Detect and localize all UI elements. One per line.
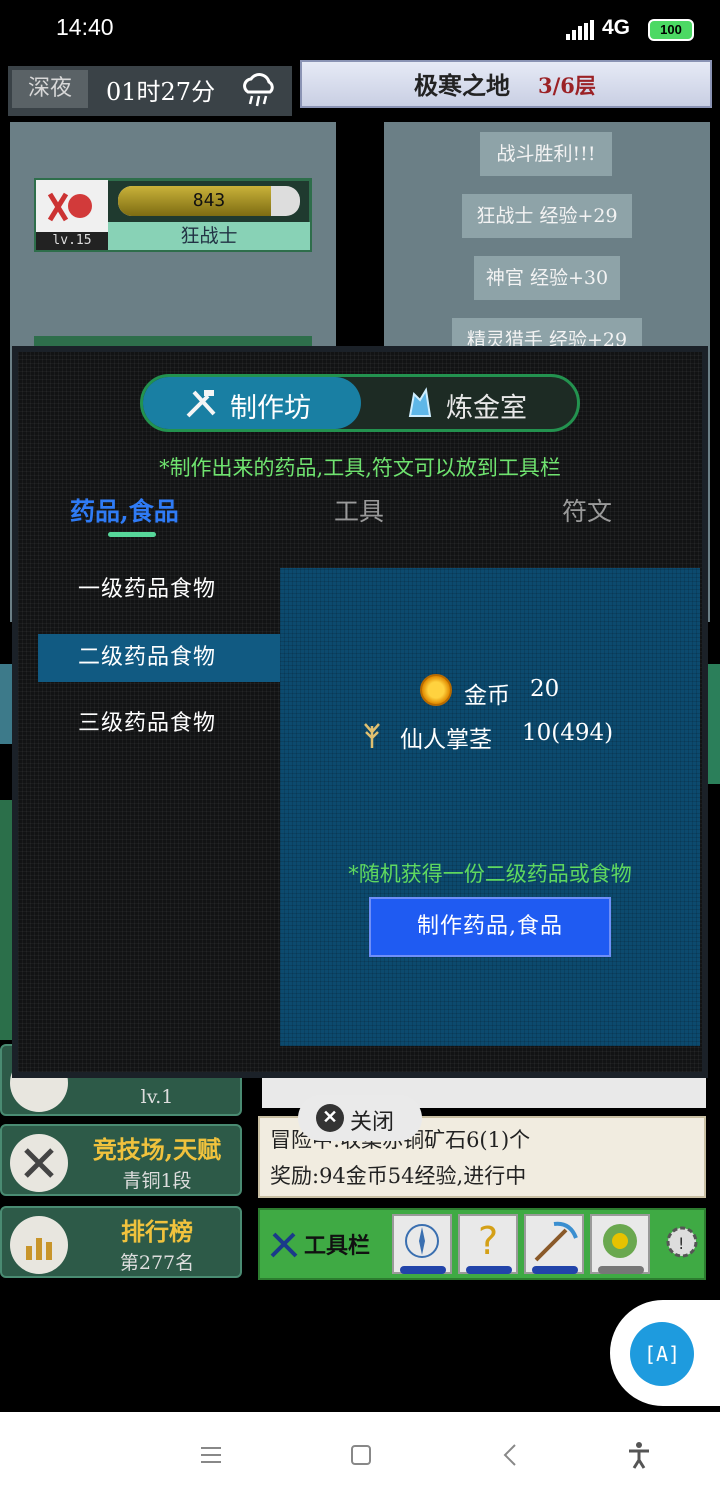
craft-note: *随机获得一份二级药品或食物 [348, 862, 632, 886]
material-cost-label: 仙人掌茎 [400, 727, 492, 753]
recipe-tier-3[interactable]: 三级药品食物 [38, 700, 280, 748]
toolbar-slot-unknown[interactable]: ? [458, 1214, 518, 1274]
hammer-wrench-icon [186, 390, 216, 418]
accessibility-icon[interactable] [624, 1440, 654, 1470]
close-label: 关闭 [350, 1110, 395, 1135]
craft-hint: *制作出来的药品,工具,符文可以放到工具栏 [159, 456, 561, 480]
category-tab-tools[interactable]: 工具 [334, 492, 384, 528]
pickaxe-icon [534, 1221, 578, 1262]
home-icon[interactable] [346, 1440, 376, 1470]
menu-icon[interactable] [196, 1440, 226, 1470]
region-name: 极寒之地 [414, 71, 510, 100]
arena-button[interactable]: 竞技场,天赋 青铜1段 [0, 1124, 242, 1196]
floating-assist-button[interactable]: [A] [630, 1322, 694, 1386]
quest-reward: 奖励:94金币54经验,进行中 [270, 1164, 527, 1188]
button-title: 排行榜 [121, 1217, 193, 1246]
close-icon: ✕ [316, 1104, 344, 1132]
rune-icon [603, 1224, 637, 1258]
compass-icon [405, 1224, 439, 1258]
toolbar-label: 工具栏 [304, 1233, 371, 1259]
battle-log-entry: 精灵猎手 经验+29 [452, 318, 642, 348]
berserker-icon [47, 192, 92, 222]
hero-name: 狂战士 [108, 222, 310, 250]
category-underline [108, 532, 156, 537]
recipe-tier-2[interactable]: 二级药品食物 [38, 634, 280, 682]
signal-icon [566, 20, 594, 40]
close-button[interactable]: ✕ 关闭 [298, 1095, 422, 1141]
gear-icon[interactable]: ! [660, 1220, 704, 1264]
region-floor: 3/6层 [538, 73, 596, 98]
tab-alchemy-label[interactable]: 炼金室 [446, 386, 527, 425]
button-sub: lv.1 [140, 1086, 174, 1108]
side-element [0, 800, 12, 1040]
status-bar: 14:40 4G 100 [0, 0, 720, 60]
svg-text:!: ! [678, 1234, 684, 1253]
crossed-swords-icon [10, 1134, 68, 1192]
side-element [708, 664, 720, 784]
toolbar-slot-pickaxe[interactable] [524, 1214, 584, 1274]
battle-log-entry: 神官 经验+30 [474, 256, 620, 300]
crystal-icon[interactable] [402, 386, 436, 420]
time-of-day: 深夜 [12, 70, 88, 108]
battle-log-entry: 战斗胜利!!! [480, 132, 612, 176]
recipe-detail-panel [280, 568, 700, 1046]
button-sub: 青铜1段 [122, 1170, 192, 1192]
gold-cost-label: 金币 [464, 683, 510, 709]
battery-icon: 100 [648, 19, 694, 41]
gold-cost-value: 20 [530, 676, 560, 702]
tab-workshop-label: 制作坊 [230, 393, 311, 424]
game-clock: 01时27分 [106, 78, 216, 106]
craft-button[interactable]: 制作药品,食品 [369, 897, 611, 957]
bar-chart-icon [10, 1216, 68, 1274]
svg-text:?: ? [478, 1219, 498, 1263]
hero-portrait [36, 180, 108, 232]
recipe-tier-1[interactable]: 一级药品食物 [38, 566, 280, 614]
question-mark-icon: ? [478, 1219, 498, 1263]
toolbar-slot-compass[interactable] [392, 1214, 452, 1274]
gold-coin-icon [420, 674, 452, 706]
hero-level: lv.15 [36, 232, 108, 250]
battle-log-entry: 狂战士 经验+29 [462, 194, 632, 238]
back-icon[interactable] [496, 1440, 526, 1470]
network-type: 4G [602, 16, 631, 39]
hero-hp: 843 [192, 190, 226, 211]
status-time: 14:40 [56, 14, 114, 40]
toolbar-slot-rune[interactable] [590, 1214, 650, 1274]
rain-cloud-icon [243, 73, 274, 107]
button-sub: 第277名 [119, 1252, 195, 1274]
cactus-stem-icon [364, 723, 380, 748]
category-tab-medicine[interactable]: 药品,食品 [70, 492, 179, 528]
leaderboard-button[interactable]: 排行榜 第277名 [0, 1206, 242, 1278]
material-cost-value: 10(494) [522, 720, 614, 746]
button-title: 竞技场,天赋 [92, 1135, 222, 1164]
category-tab-runes[interactable]: 符文 [562, 492, 612, 528]
side-element [0, 664, 12, 744]
tools-icon [270, 1232, 298, 1258]
